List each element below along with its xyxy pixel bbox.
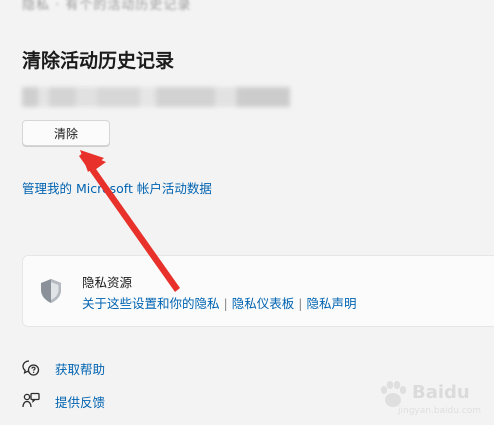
section-title-clear-history: 清除活动历史记录 <box>22 50 175 72</box>
blurred-description <box>22 87 290 107</box>
feedback-icon <box>22 392 40 408</box>
manage-account-activity-link[interactable]: 管理我的 Microsoft 帐户活动数据 <box>22 178 212 197</box>
clear-button[interactable]: 清除 <box>22 120 110 146</box>
link-separator: | <box>298 296 303 311</box>
get-help-link[interactable]: 获取帮助 <box>55 359 105 378</box>
give-feedback-link[interactable]: 提供反馈 <box>55 392 105 411</box>
privacy-links-row: 关于这些设置和你的隐私 | 隐私仪表板 | 隐私声明 <box>82 293 356 312</box>
link-separator: | <box>223 296 228 311</box>
about-settings-privacy-link[interactable]: 关于这些设置和你的隐私 <box>82 296 220 311</box>
privacy-resources-card: 隐私资源 关于这些设置和你的隐私 | 隐私仪表板 | 隐私声明 <box>22 255 494 327</box>
shield-icon <box>41 279 61 303</box>
give-feedback-row[interactable]: 提供反馈 <box>22 391 105 411</box>
faded-top-text: 隐私 · 有个的活动历史记录 <box>22 0 192 13</box>
get-help-row[interactable]: 获取帮助 <box>22 358 105 378</box>
privacy-statement-link[interactable]: 隐私声明 <box>306 296 356 311</box>
watermark-subtext: jingyan.baidu.com <box>398 406 482 416</box>
help-chat-icon <box>22 360 40 376</box>
privacy-resources-title: 隐私资源 <box>82 275 133 290</box>
baidu-watermark: Baidu jingyan.baidu.com <box>372 372 490 420</box>
watermark-text: Baidu <box>412 382 470 403</box>
privacy-dashboard-link[interactable]: 隐私仪表板 <box>232 296 295 311</box>
